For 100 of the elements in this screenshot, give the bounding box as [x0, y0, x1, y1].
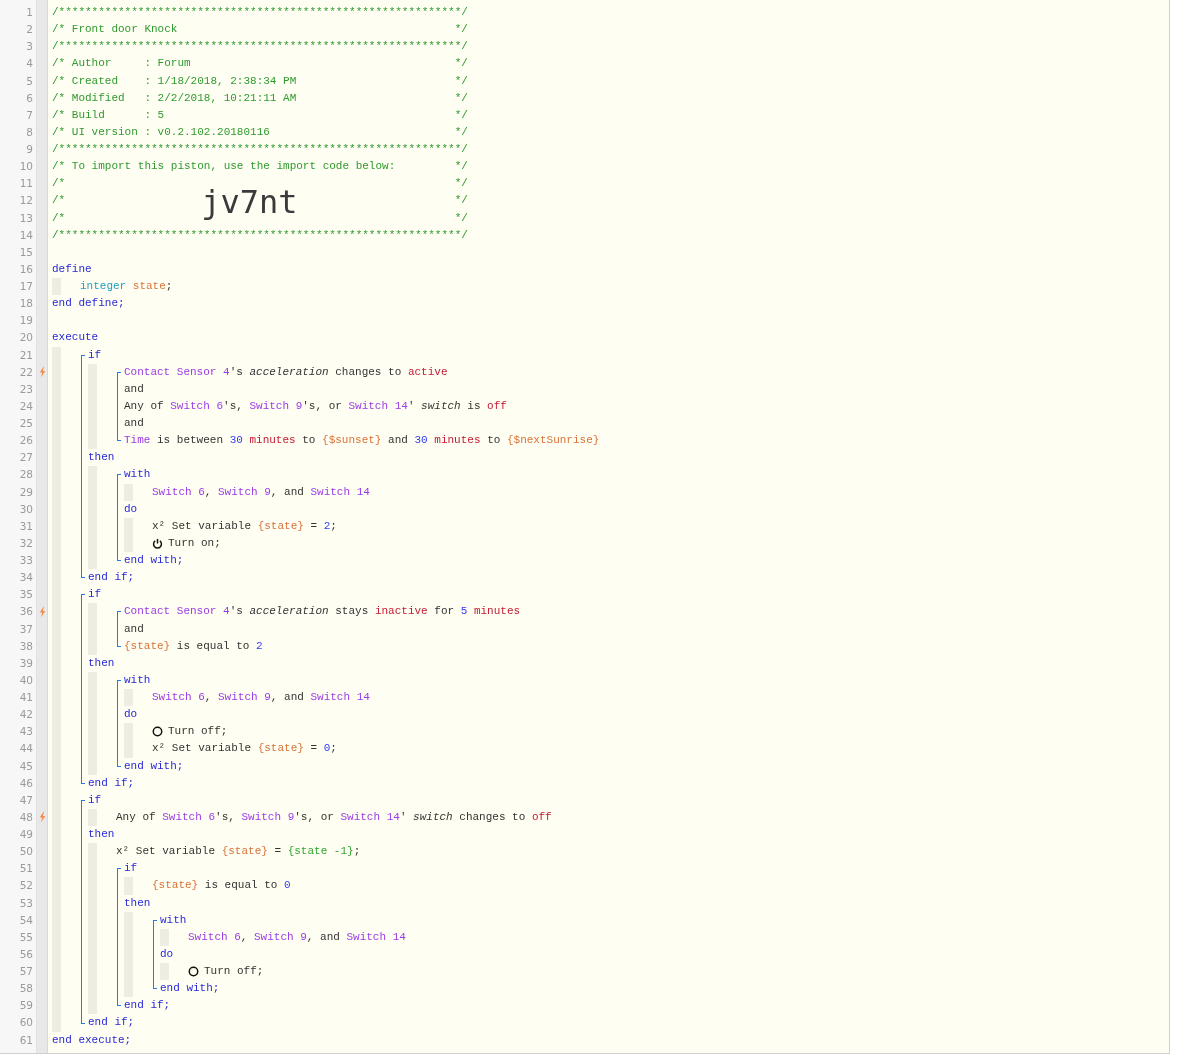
line-number: 17	[19, 280, 33, 292]
code-text: end if;	[88, 570, 135, 586]
block-bracket	[117, 611, 121, 647]
code-text: with	[124, 467, 151, 483]
code-text: {state} is equal to 2	[124, 638, 263, 654]
line-number: 29	[19, 485, 33, 498]
code-text: x² Set variable {state} = 2;	[152, 518, 337, 534]
code-text: do	[124, 501, 138, 517]
comment-text: /*************************************************************/	[52, 5, 468, 20]
code-text: end if;	[124, 998, 171, 1014]
line-number: 9	[26, 143, 33, 155]
code-text: Turn off;	[168, 724, 228, 740]
comment-text: */	[454, 210, 468, 226]
line-number: 20	[19, 331, 33, 344]
code-text: then	[88, 827, 115, 842]
code-text: Turn on;	[168, 535, 221, 551]
line-number: 60	[19, 1016, 33, 1029]
comment-text: /* Modified : 2/2/2018, 10:21:11 AM	[52, 90, 297, 106]
code-text: execute	[52, 330, 99, 346]
code-text: Any of Switch 6's, Switch 9's, or Switch 14' switch changes to off	[116, 809, 552, 825]
code-text: integer state;	[80, 279, 173, 294]
line-number: 28	[19, 468, 33, 481]
line-number: 24	[19, 399, 33, 412]
line-number: 48	[19, 810, 33, 823]
block-bracket	[153, 919, 157, 990]
line-number: 51	[19, 862, 33, 875]
code-text: if	[88, 587, 102, 603]
comment-text: */	[454, 193, 468, 209]
code-text: end with;	[160, 981, 220, 997]
comment-text: /* Build : 5	[52, 107, 165, 123]
line-number: 6	[26, 91, 33, 104]
line-number: 40	[19, 673, 33, 686]
line-number: 32	[19, 536, 33, 549]
line-number: 26	[19, 434, 33, 447]
comment-text: /* UI version : v0.2.102.20180116	[52, 124, 270, 140]
line-number: 49	[19, 828, 33, 840]
code-text: Switch 6, Switch 9, and Switch 14	[152, 690, 370, 705]
code-text: end execute;	[52, 1032, 132, 1048]
line-number: 30	[19, 502, 33, 515]
comment-text: /* Author : Forum	[52, 56, 191, 72]
line-number: 35	[19, 588, 33, 601]
line-number: 37	[19, 622, 33, 635]
line-number: 25	[19, 417, 33, 429]
code-text: if	[88, 792, 102, 808]
line-number: 57	[19, 965, 33, 977]
code-text: do	[160, 946, 174, 962]
comment-text: /*************************************************************/	[52, 39, 468, 55]
line-number: 7	[26, 108, 33, 121]
code-text: end with;	[124, 553, 184, 568]
line-number: 11	[19, 177, 33, 190]
line-number: 18	[19, 297, 33, 310]
comment-text: */	[454, 73, 468, 89]
code-text: then	[124, 895, 151, 911]
line-number: 19	[19, 314, 33, 327]
line-number: 5	[26, 74, 33, 87]
code-text: x² Set variable {state} = {state -1};	[116, 844, 361, 860]
code-text: end define;	[52, 296, 125, 312]
code-text: then	[88, 450, 115, 466]
code-text: with	[160, 912, 187, 928]
code-text: end with;	[124, 758, 184, 774]
line-number: 34	[19, 571, 33, 584]
code-text: with	[124, 672, 151, 688]
line-number: 56	[19, 947, 33, 960]
line-number: 41	[19, 691, 33, 703]
code-text: {state} is equal to 0	[152, 878, 291, 894]
line-number: 8	[26, 125, 33, 138]
code-text: if	[124, 861, 138, 877]
line-number: 36	[19, 605, 33, 618]
line-number: 23	[19, 382, 33, 395]
code-text: Turn off;	[204, 964, 264, 979]
code-text: and	[124, 621, 144, 637]
line-number: 58	[19, 982, 33, 995]
comment-text: /*************************************************************/	[52, 227, 468, 243]
line-number: 47	[19, 793, 33, 806]
comment-text: /* Created : 1/18/2018, 2:38:34 PM	[52, 73, 297, 89]
code-text: x² Set variable {state} = 0;	[152, 741, 337, 757]
code-text: Switch 6, Switch 9, and Switch 14	[188, 929, 406, 945]
line-number: 52	[19, 879, 33, 892]
code-text: if	[88, 347, 102, 363]
comment-text: */	[454, 176, 468, 192]
code-text: end if;	[88, 1015, 135, 1031]
line-number: 12	[19, 194, 33, 207]
line-number: 42	[19, 708, 33, 721]
line-number: 44	[19, 742, 33, 755]
line-number: 16	[19, 262, 33, 275]
comment-text: /* Front door Knock	[52, 22, 178, 38]
line-number: 2	[26, 23, 33, 36]
comment-text: */	[454, 107, 468, 123]
line-number: 50	[19, 845, 33, 858]
code-text: do	[124, 707, 138, 723]
line-number: 53	[19, 896, 33, 909]
comment-text: */	[454, 90, 468, 106]
line-number: 61	[19, 1033, 33, 1046]
code-text: Switch 6, Switch 9, and Switch 14	[152, 484, 370, 500]
power-icon	[152, 537, 163, 549]
line-number: 4	[26, 57, 33, 70]
code-text: Contact Sensor 4's acceleration changes to active	[124, 364, 448, 380]
code-text: end if;	[88, 775, 135, 791]
line-number: 15	[19, 245, 33, 258]
line-number: 46	[19, 776, 33, 789]
